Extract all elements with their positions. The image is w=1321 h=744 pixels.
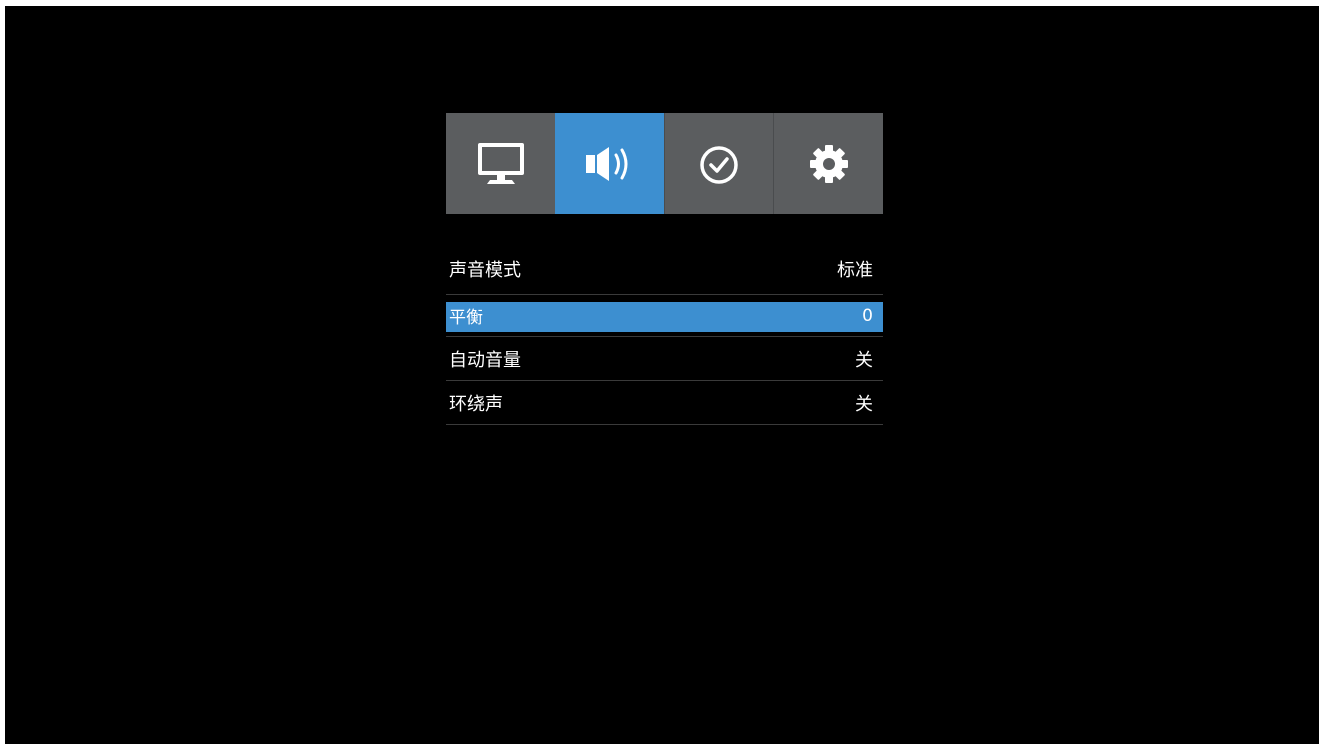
menu-item-value: 关 xyxy=(855,349,873,371)
menu-item-auto-volume[interactable]: 自动音量 关 xyxy=(446,337,883,381)
menu-item-label: 环绕声 xyxy=(449,393,503,415)
menu-item-label: 声音模式 xyxy=(449,260,521,281)
tv-icon xyxy=(477,142,524,184)
selection-highlight xyxy=(446,302,883,332)
category-tabs xyxy=(446,113,883,214)
tab-settings[interactable] xyxy=(773,113,883,214)
menu-item-surround[interactable]: 环绕声 关 xyxy=(446,381,883,425)
tab-sound[interactable] xyxy=(555,113,664,214)
osd-menu: 声音模式 标准 平衡 0 自动音量 关 环绕声 关 xyxy=(446,113,883,425)
sound-menu: 声音模式 标准 平衡 0 自动音量 关 环绕声 关 xyxy=(446,244,883,425)
speaker-icon xyxy=(586,146,628,181)
menu-item-label: 平衡 xyxy=(449,308,483,328)
tv-screen: 声音模式 标准 平衡 0 自动音量 关 环绕声 关 xyxy=(5,6,1319,744)
clock-icon xyxy=(700,145,738,184)
menu-item-value: 0 xyxy=(862,305,873,326)
menu-item-balance[interactable]: 平衡 0 xyxy=(446,295,883,337)
gear-icon xyxy=(809,144,848,183)
tab-timer[interactable] xyxy=(664,113,773,214)
menu-item-value: 关 xyxy=(855,393,873,415)
menu-item-sound-mode[interactable]: 声音模式 标准 xyxy=(446,244,883,295)
tab-picture[interactable] xyxy=(446,113,555,214)
menu-item-label: 自动音量 xyxy=(449,349,521,371)
menu-item-value: 标准 xyxy=(837,260,873,281)
